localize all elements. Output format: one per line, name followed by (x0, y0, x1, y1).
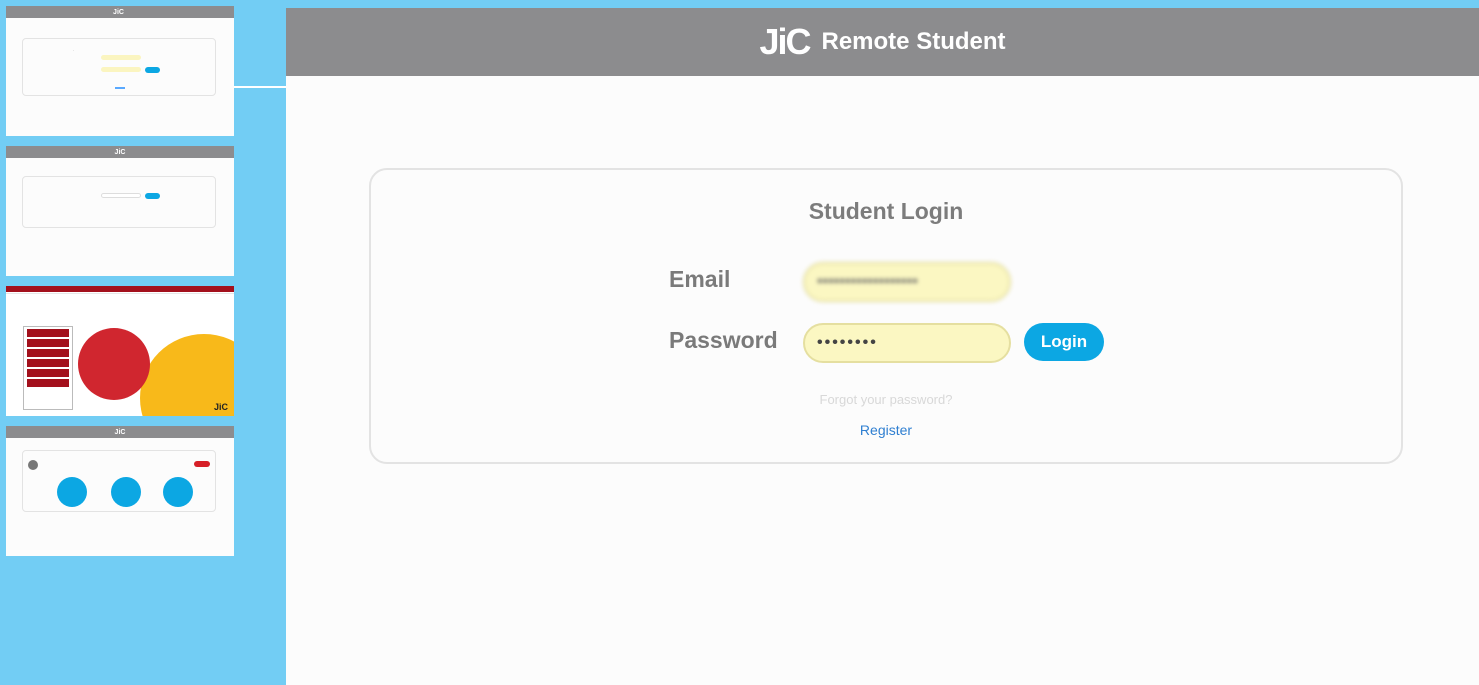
thumb-circle-button (57, 477, 87, 507)
jic-logo: JiC (759, 21, 811, 63)
thumb-email-field (101, 193, 141, 198)
thumb-card: · (22, 38, 216, 96)
thumb-menu-item (27, 359, 69, 367)
thumb-password-field (101, 67, 141, 72)
thumb-login-button (145, 67, 160, 73)
thumb-circle-button (111, 477, 141, 507)
thumb-header: JiC (6, 146, 234, 158)
thumb-menu (23, 326, 73, 410)
register-link[interactable]: Register (371, 422, 1401, 438)
thumb-menu-item (27, 379, 69, 387)
email-field[interactable] (803, 262, 1011, 302)
thumb-email-field (101, 55, 141, 60)
thumb-card (22, 176, 216, 228)
thumb-logo: JiC (114, 148, 126, 156)
email-label: Email (669, 266, 731, 292)
thumb-menu-item (27, 339, 69, 347)
thumb-illustration (78, 328, 150, 400)
thumb-logo: JiC (113, 8, 124, 16)
thumb-menu-item (27, 349, 69, 357)
thumb-menu-item (27, 369, 69, 377)
logo-text: JiC (759, 21, 811, 62)
thumbnail-login[interactable]: JiC · (6, 6, 234, 136)
thumb-jic-logo: JiC (213, 402, 228, 412)
thumb-header: JiC (6, 426, 234, 438)
thumbnail-reset-password[interactable]: JiC (6, 146, 234, 276)
thumb-register-link (115, 87, 125, 89)
thumb-circle-button (163, 477, 193, 507)
thumb-logout-button (194, 461, 210, 467)
login-card: Student Login Email Password Login Forgo… (369, 168, 1403, 464)
thumb-menu-item (27, 329, 69, 337)
thumbnail-dashboard-menu[interactable]: JiC (6, 286, 234, 416)
thumb-logo: JiC (114, 428, 126, 436)
app-title: Remote Student (821, 28, 1006, 55)
thumb-red-bar (6, 286, 234, 292)
thumb-avatar (28, 460, 38, 470)
login-title: Student Login (808, 198, 964, 224)
thumb-header: JiC (6, 6, 234, 18)
thumbnail-home[interactable]: JiC (6, 426, 234, 556)
forgot-password-link[interactable]: Forgot your password? (371, 392, 1401, 407)
selection-connector (234, 86, 286, 88)
thumb-send-button (145, 193, 160, 199)
main-screen: JiC Remote Student Student Login Email P… (286, 8, 1479, 685)
password-field[interactable] (803, 323, 1011, 363)
app-header: JiC Remote Student (286, 8, 1479, 76)
thumb-card (22, 450, 216, 512)
login-button[interactable]: Login (1024, 323, 1104, 361)
password-label: Password (669, 327, 778, 353)
